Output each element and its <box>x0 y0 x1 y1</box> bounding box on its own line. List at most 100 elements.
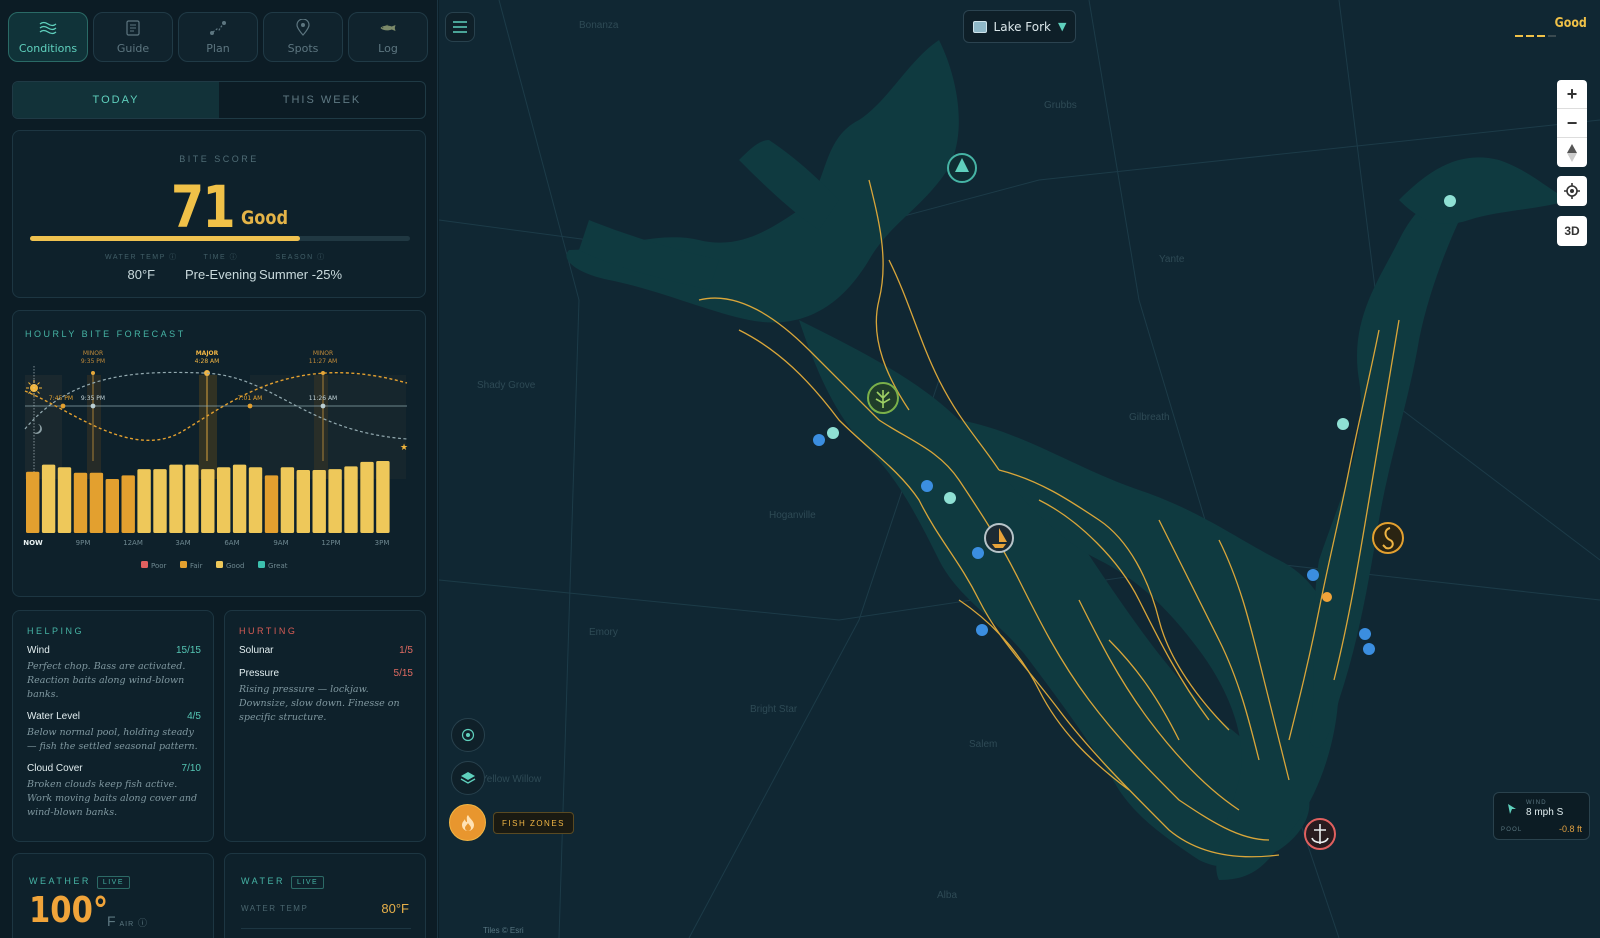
boat-ramp-icon[interactable] <box>1359 628 1371 640</box>
tab-guide[interactable]: Guide <box>93 12 173 62</box>
factor-name: Cloud Cover <box>27 763 83 774</box>
forecast-bar[interactable] <box>73 472 88 533</box>
forecast-bar[interactable] <box>137 469 151 533</box>
night-band <box>25 375 62 479</box>
lake-selector[interactable]: Lake Fork ▼ <box>963 10 1076 43</box>
forecast-bar[interactable] <box>217 467 231 533</box>
forecast-bar[interactable] <box>41 464 56 533</box>
factor-score: 5/15 <box>393 668 413 679</box>
x-axis-label: 12AM <box>123 539 143 547</box>
boat-ramp-icon[interactable] <box>813 434 825 446</box>
status-bar-seg <box>1548 35 1556 37</box>
wind-pool-panel: WIND 8 mph S POOL -0.8 ft <box>1493 792 1590 840</box>
fish-zones-label[interactable]: FISH ZONES <box>493 812 575 834</box>
forecast-bar[interactable] <box>185 464 199 533</box>
meta-value: Pre-Evening <box>185 267 257 282</box>
3d-control: 3D <box>1557 216 1587 246</box>
place-label: Shady Grove <box>477 380 536 391</box>
legend-swatch <box>180 561 187 568</box>
water-card: WATER LIVE WATER TEMP 80°F <box>224 853 426 938</box>
fish-wave-icon[interactable] <box>1444 195 1456 207</box>
forecast-bar[interactable] <box>360 461 374 533</box>
locate-button[interactable] <box>1557 176 1587 205</box>
boat-ramp-icon[interactable] <box>972 547 984 559</box>
live-badge: LIVE <box>291 876 325 889</box>
hook-marker[interactable] <box>1372 522 1404 554</box>
tab-plan[interactable]: Plan <box>178 12 258 62</box>
x-axis-label: 3PM <box>375 539 390 547</box>
boat-marker[interactable] <box>984 523 1014 553</box>
status-bars <box>1515 35 1556 37</box>
bite-score-bar-fill <box>30 236 300 241</box>
lake-map[interactable]: Bonanza Grubbs Yante Shady Grove Hoganvi… <box>439 0 1600 938</box>
x-axis-label: 9PM <box>76 539 91 547</box>
fish-wave-icon[interactable] <box>827 427 839 439</box>
factor-score: 4/5 <box>187 711 201 722</box>
map-view[interactable]: Bonanza Grubbs Yante Shady Grove Hoganvi… <box>439 0 1600 938</box>
air-temp-unit: F AIR ⓘ <box>107 913 147 929</box>
water-header: WATER LIVE <box>241 871 325 889</box>
meta-label: TIME ⓘ <box>203 254 239 261</box>
locate-control <box>1557 176 1587 206</box>
moonset-time: 11:26 AM <box>309 395 337 402</box>
forecast-bar[interactable] <box>280 467 295 533</box>
pin-icon <box>294 19 312 36</box>
forecast-bar[interactable] <box>312 470 326 533</box>
fish-wave-icon[interactable] <box>944 492 956 504</box>
zoom-controls: + − <box>1557 80 1587 167</box>
forecast-bar[interactable] <box>105 479 119 533</box>
place-label: Yante <box>1159 254 1185 265</box>
minor-period-band <box>314 375 328 479</box>
fish-zones-toggle[interactable] <box>449 804 486 841</box>
anchor-marker[interactable] <box>1304 818 1336 850</box>
zoom-in-button[interactable]: + <box>1557 80 1587 109</box>
layers-button[interactable] <box>451 761 485 795</box>
forecast-bar[interactable] <box>344 466 358 533</box>
x-axis-label: 9AM <box>273 539 288 547</box>
zoom-out-button[interactable]: − <box>1557 109 1587 138</box>
forecast-bar[interactable] <box>201 469 215 533</box>
weed-marker[interactable] <box>867 382 899 414</box>
boat-ramp-icon[interactable] <box>921 480 933 492</box>
tree-marker[interactable] <box>947 153 977 183</box>
forecast-bar[interactable] <box>328 469 342 533</box>
factor-name: Pressure <box>239 668 280 679</box>
menu-button[interactable] <box>445 12 475 42</box>
3d-button[interactable]: 3D <box>1557 216 1587 245</box>
forecast-bar[interactable] <box>296 470 310 533</box>
place-label: Bright Star <box>750 704 798 715</box>
tab-log[interactable]: Log <box>348 12 428 62</box>
sidebar: Conditions Guide Plan Spots Log TODAY TH… <box>0 0 438 938</box>
water-temp-label: WATER TEMP <box>241 904 309 913</box>
forecast-bar[interactable] <box>89 472 104 533</box>
forecast-bar[interactable] <box>232 464 247 533</box>
major-period-band <box>199 375 217 479</box>
x-axis-label: 12PM <box>321 539 340 547</box>
compass-button[interactable] <box>1557 138 1587 167</box>
boat-ramp-icon[interactable] <box>976 624 988 636</box>
forecast-bar[interactable] <box>264 475 279 533</box>
period-kind: MAJOR <box>196 350 219 357</box>
factor-name: Wind <box>27 645 50 656</box>
x-axis-label: 3AM <box>175 539 190 547</box>
forecast-bar[interactable] <box>57 467 72 533</box>
today-toggle[interactable]: TODAY <box>13 82 219 118</box>
forecast-bar[interactable] <box>248 467 263 533</box>
point-marker[interactable] <box>1322 592 1332 602</box>
forecast-bar[interactable] <box>26 471 40 533</box>
factor-score: 7/10 <box>181 763 201 774</box>
forecast-bar[interactable] <box>121 475 135 533</box>
recenter-button[interactable] <box>451 718 485 752</box>
tab-conditions[interactable]: Conditions <box>8 12 88 62</box>
sunrise-dot <box>247 403 253 409</box>
tab-spots[interactable]: Spots <box>263 12 343 62</box>
forecast-bar[interactable] <box>169 464 183 533</box>
boat-ramp-icon[interactable] <box>1363 643 1375 655</box>
forecast-bar[interactable] <box>376 461 390 533</box>
weather-header: WEATHER LIVE <box>29 871 131 889</box>
boat-ramp-icon[interactable] <box>1307 569 1319 581</box>
info-icon[interactable]: ⓘ <box>138 918 147 928</box>
this-week-toggle[interactable]: THIS WEEK <box>219 82 425 118</box>
fish-wave-icon[interactable] <box>1337 418 1349 430</box>
forecast-bar[interactable] <box>153 469 167 533</box>
